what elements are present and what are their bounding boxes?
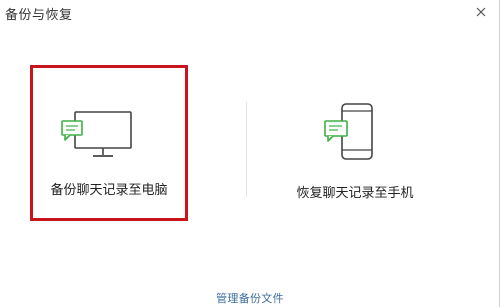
manage-backup-files-link[interactable]: 管理备份文件: [0, 290, 500, 306]
phone-chat-icon: [324, 103, 373, 160]
backup-to-pc-label: 备份聊天记录至电脑: [50, 183, 168, 198]
restore-to-phone-label: 恢复聊天记录至手机: [296, 186, 414, 201]
monitor-chat-icon: [61, 111, 132, 157]
restore-to-phone-option[interactable]: 恢复聊天记录至手机: [270, 68, 440, 218]
close-button[interactable]: [468, 0, 494, 26]
backup-restore-window: 备份与恢复 备份聊天记录至电脑 恢复聊天记录至手机 管理备份文件: [0, 0, 500, 307]
window-title: 备份与恢复: [5, 8, 73, 23]
options-divider: [246, 102, 247, 197]
close-icon: [476, 7, 486, 17]
backup-to-pc-option[interactable]: 备份聊天记录至电脑: [30, 65, 188, 221]
